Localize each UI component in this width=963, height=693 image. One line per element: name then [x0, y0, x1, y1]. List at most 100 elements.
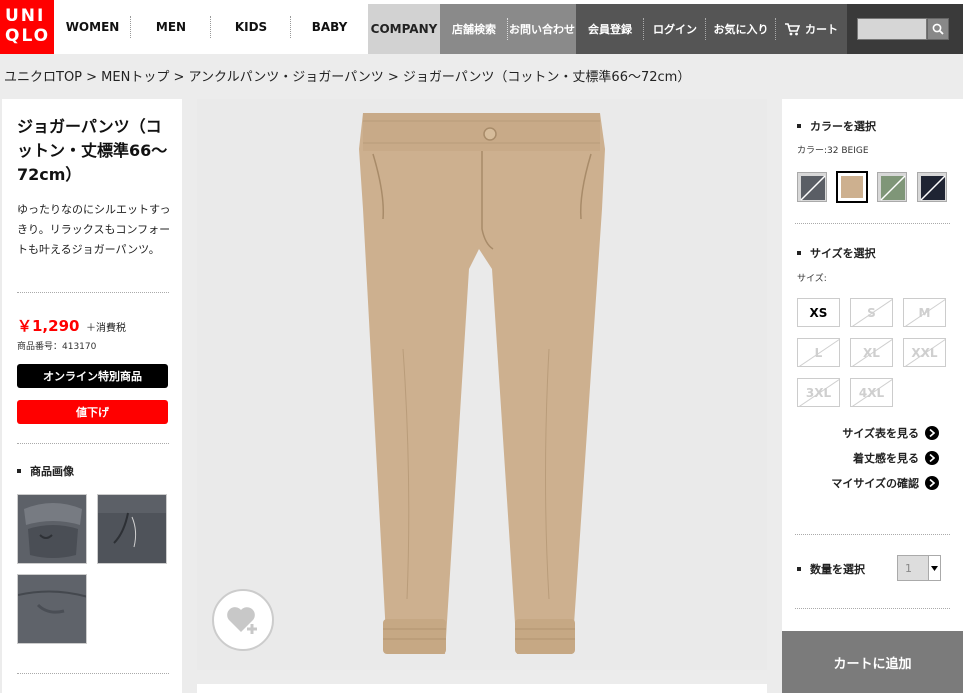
nav-contact[interactable]: お問い合わせ	[508, 4, 576, 54]
search-input[interactable]	[857, 18, 927, 40]
cart-icon	[785, 22, 800, 35]
front-detail-thumbnail-image	[98, 495, 166, 563]
quantity-select[interactable]: 1	[897, 555, 941, 581]
gray-swatch-icon	[798, 173, 826, 201]
nav-login[interactable]: ログイン	[644, 4, 706, 54]
color-heading-label: カラーを選択	[810, 120, 876, 133]
product-thumbnail[interactable]	[17, 574, 87, 644]
size-chart-label: サイズ表を見る	[842, 427, 919, 440]
uniqlo-logo[interactable]: UNI QLO	[0, 0, 54, 54]
chevron-right-icon	[925, 476, 939, 490]
nav-favorites[interactable]: お気に入り	[706, 4, 776, 54]
nav-store-search[interactable]: 店舗検索	[440, 4, 508, 54]
size-option-3xl[interactable]: 3XL	[797, 378, 840, 407]
product-image-area	[197, 99, 767, 670]
nav-baby[interactable]: BABY	[291, 0, 368, 54]
color-heading: カラーを選択	[797, 118, 876, 134]
purchase-options-panel: カラーを選択 カラー:32 BEIGE サイズを選択 サイズ: XS S M L…	[782, 99, 963, 693]
divider	[17, 673, 169, 674]
price-down-badge: 値下げ	[17, 400, 168, 424]
bullet-icon	[797, 567, 801, 571]
search-icon	[932, 23, 944, 35]
green-swatch-icon	[878, 173, 906, 201]
size-option-label: XS	[809, 305, 828, 320]
nav-men[interactable]: MEN	[131, 0, 211, 54]
breadcrumb[interactable]: ユニクロTOP > MENトップ > アンクルパンツ・ジョガーパンツ > ジョガ…	[4, 66, 690, 85]
store-contact-nav: 店舗検索 お問い合わせ	[440, 4, 576, 54]
search-button[interactable]	[927, 18, 949, 40]
size-option-m[interactable]: M	[903, 298, 946, 327]
account-nav: 会員登録 ログイン お気に入り カート	[576, 4, 847, 54]
divider	[795, 223, 950, 224]
content-panel	[197, 684, 767, 693]
logo-line-1: UNI	[5, 6, 46, 26]
selected-color-label: カラー:32 BEIGE	[797, 146, 869, 156]
product-thumbnail[interactable]	[17, 494, 87, 564]
color-swatch-navy[interactable]	[917, 172, 947, 202]
unavailable-strike	[798, 339, 839, 366]
unavailable-strike	[851, 339, 892, 366]
online-exclusive-badge: オンライン特別商品	[17, 364, 168, 388]
chevron-down-icon	[928, 556, 940, 580]
divider	[17, 443, 169, 444]
quantity-value: 1	[905, 562, 912, 575]
product-main-image	[359, 113, 605, 654]
search-area	[847, 4, 963, 54]
size-option-l[interactable]: L	[797, 338, 840, 367]
add-to-cart-button[interactable]: カートに追加	[782, 631, 963, 693]
quantity-heading-label: 数量を選択	[810, 563, 865, 576]
size-label: サイズ:	[797, 274, 827, 284]
my-size-label: マイサイズの確認	[831, 477, 919, 490]
unavailable-strike	[851, 299, 892, 326]
my-size-link[interactable]: マイサイズの確認	[831, 475, 939, 491]
length-fit-link[interactable]: 着丈感を見る	[853, 450, 939, 466]
size-option-s[interactable]: S	[850, 298, 893, 327]
nav-register[interactable]: 会員登録	[576, 4, 644, 54]
divider	[795, 608, 950, 609]
size-heading-label: サイズを選択	[810, 247, 876, 260]
size-option-xs[interactable]: XS	[797, 298, 840, 327]
chevron-right-icon	[925, 451, 939, 465]
size-heading: サイズを選択	[797, 245, 876, 261]
main-nav: WOMEN MEN KIDS BABY	[54, 0, 368, 54]
size-option-xl[interactable]: XL	[850, 338, 893, 367]
heart-plus-icon	[227, 607, 257, 634]
waistband-thumbnail-image	[18, 495, 86, 563]
quantity-heading: 数量を選択	[797, 561, 865, 577]
product-description: ゆったりなのにシルエットすっきり。リラックスもコンフォートも叶えるジョガーパンツ…	[17, 203, 171, 256]
tax-note: ＋消費税	[86, 323, 126, 334]
product-images-heading: 商品画像	[17, 463, 74, 479]
size-option-4xl[interactable]: 4XL	[850, 378, 893, 407]
bullet-icon	[17, 469, 21, 473]
color-swatch-gray[interactable]	[797, 172, 827, 202]
bullet-icon	[797, 124, 801, 128]
divider	[795, 534, 950, 535]
unavailable-strike	[798, 379, 839, 406]
cart-label: カート	[805, 23, 838, 36]
nav-cart[interactable]: カート	[776, 4, 847, 54]
beige-swatch-icon	[838, 173, 866, 201]
bullet-icon	[797, 251, 801, 255]
nav-company[interactable]: COMPANY	[368, 4, 440, 54]
size-chart-link[interactable]: サイズ表を見る	[842, 425, 939, 441]
color-swatch-beige[interactable]	[836, 171, 868, 203]
product-info-panel: ジョガーパンツ（コットン・丈標準66〜72cm） ゆったりなのにシルエットすっき…	[2, 99, 182, 693]
nav-kids[interactable]: KIDS	[211, 0, 291, 54]
unavailable-strike	[904, 339, 945, 366]
product-thumbnail[interactable]	[97, 494, 167, 564]
size-option-xxl[interactable]: XXL	[903, 338, 946, 367]
add-to-favorites-button[interactable]	[212, 589, 274, 651]
unavailable-strike	[851, 379, 892, 406]
length-fit-label: 着丈感を見る	[853, 452, 919, 465]
product-number: 商品番号：413170	[17, 342, 97, 352]
logo-line-2: QLO	[5, 26, 51, 46]
product-price: ￥1,290	[17, 317, 80, 335]
product-title: ジョガーパンツ（コットン・丈標準66〜72cm）	[17, 117, 168, 184]
back-detail-thumbnail-image	[18, 575, 86, 643]
unavailable-strike	[904, 299, 945, 326]
site-header: UNI QLO WOMEN MEN KIDS BABY COMPANY 店舗検索…	[0, 0, 963, 54]
navy-swatch-icon	[918, 173, 946, 201]
color-swatch-green[interactable]	[877, 172, 907, 202]
product-images-label: 商品画像	[30, 465, 74, 478]
nav-women[interactable]: WOMEN	[54, 0, 131, 54]
